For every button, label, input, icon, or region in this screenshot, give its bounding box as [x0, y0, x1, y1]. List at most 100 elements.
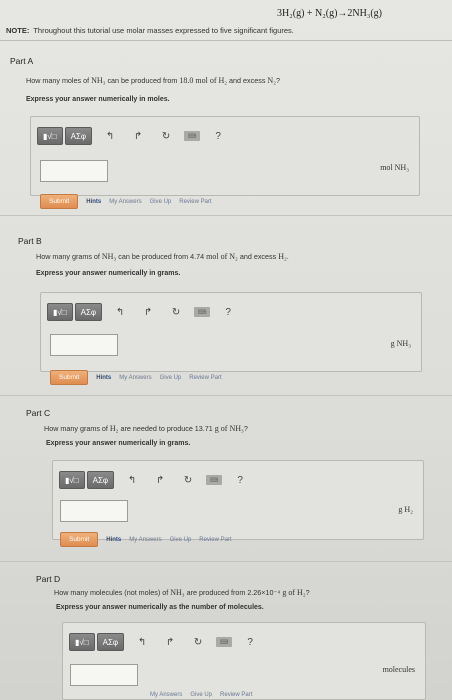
hints-link[interactable]: Hints	[96, 375, 111, 381]
units-label: molecules	[382, 665, 415, 674]
my-answers-link[interactable]: My Answers	[150, 692, 182, 698]
units-label: g NH₃	[390, 339, 411, 348]
sqrt-template-button[interactable]: ▮√□	[37, 127, 63, 145]
question-part: How many grams of	[44, 424, 110, 433]
editor-toolbar: ▮√□ ΑΣφ ↰ ↱ ↻ ⌨ ?	[69, 631, 260, 653]
chem-formula: NH₃	[101, 252, 117, 261]
sqrt-template-button[interactable]: ▮√□	[47, 303, 73, 321]
divider	[0, 40, 452, 41]
units-label: g H₂	[398, 505, 413, 514]
my-answers-link[interactable]: My Answers	[129, 537, 161, 543]
greek-symbols-button[interactable]: ΑΣφ	[86, 471, 115, 489]
give-up-link[interactable]: Give Up	[170, 537, 192, 543]
help-icon[interactable]: ?	[208, 127, 228, 145]
question-text: How many grams of H₂ are needed to produ…	[44, 424, 248, 433]
give-up-link[interactable]: Give Up	[160, 375, 182, 381]
my-answers-link[interactable]: My Answers	[119, 375, 151, 381]
question-text: How many molecules (not moles) of NH₃ ar…	[54, 588, 310, 597]
note-label: NOTE:	[6, 26, 30, 35]
editor-toolbar: ▮√□ ΑΣφ ↰ ↱ ↻ ⌨ ?	[59, 469, 250, 491]
give-up-link[interactable]: Give Up	[190, 692, 212, 698]
question-part: and excess	[237, 252, 279, 261]
review-part-link[interactable]: Review Part	[220, 692, 252, 698]
reset-icon[interactable]: ↻	[188, 633, 208, 651]
part-d: Part D How many molecules (not moles) of…	[0, 566, 452, 700]
chem-formula: g of H₂	[282, 588, 306, 597]
action-bar: Submit Hints My Answers Give Up Review P…	[40, 194, 212, 209]
sqrt-template-button[interactable]: ▮√□	[59, 471, 85, 489]
help-icon[interactable]: ?	[240, 633, 260, 651]
tutorial-page: 3H₂(g) + N₂(g)→2NH₃(g) NOTE: Throughout t…	[0, 0, 452, 700]
keyboard-icon[interactable]: ⌨	[206, 475, 223, 485]
question-part: How many molecules (not moles) of	[54, 588, 171, 597]
note-text: Throughout this tutorial use molar masse…	[33, 26, 294, 35]
action-bar: My Answers Give Up Review Part	[150, 692, 252, 698]
undo-icon[interactable]: ↰	[100, 127, 120, 145]
answer-input[interactable]	[70, 664, 138, 686]
editor-toolbar: ▮√□ ΑΣφ ↰ ↱ ↻ ⌨ ?	[37, 125, 228, 147]
redo-icon[interactable]: ↱	[150, 471, 170, 489]
help-icon[interactable]: ?	[230, 471, 250, 489]
undo-icon[interactable]: ↰	[132, 633, 152, 651]
submit-button[interactable]: Submit	[40, 194, 79, 209]
question-part: can be produced from 4.74	[116, 252, 207, 261]
question-part: How many grams of	[36, 252, 102, 261]
undo-icon[interactable]: ↰	[110, 303, 130, 321]
reset-icon[interactable]: ↻	[178, 471, 198, 489]
question-part: are produced from 2.26×10⁻⁴	[184, 588, 283, 597]
instruction: Express your answer numerically as the n…	[56, 604, 264, 611]
greek-symbols-button[interactable]: ΑΣφ	[74, 303, 103, 321]
review-part-link[interactable]: Review Part	[199, 537, 231, 543]
part-title: Part A	[10, 56, 34, 66]
part-title: Part B	[18, 236, 42, 246]
give-up-link[interactable]: Give Up	[150, 199, 172, 205]
answer-input[interactable]	[40, 160, 108, 182]
redo-icon[interactable]: ↱	[128, 127, 148, 145]
instruction: Express your answer numerically in grams…	[46, 440, 191, 447]
question-part: ?	[243, 424, 248, 433]
greek-symbols-button[interactable]: ΑΣφ	[96, 633, 125, 651]
keyboard-icon[interactable]: ⌨	[216, 637, 233, 647]
chem-formula: H₂	[278, 252, 287, 261]
redo-icon[interactable]: ↱	[160, 633, 180, 651]
instruction: Express your answer numerically in moles…	[26, 96, 170, 103]
chem-formula: mol of N₂	[206, 252, 238, 261]
question-part: are needed to produce 13.71	[118, 424, 215, 433]
question-part: How many moles of	[26, 76, 92, 85]
hints-link[interactable]: Hints	[86, 199, 101, 205]
answer-input[interactable]	[60, 500, 128, 522]
answer-input[interactable]	[50, 334, 118, 356]
reset-icon[interactable]: ↻	[156, 127, 176, 145]
sqrt-template-button[interactable]: ▮√□	[69, 633, 95, 651]
keyboard-icon[interactable]: ⌨	[194, 307, 211, 317]
chem-formula: N₂	[267, 76, 276, 85]
chem-formula: NH₃	[170, 588, 185, 597]
question-part: ?	[305, 588, 310, 597]
chem-formula: NH₃	[91, 76, 106, 85]
submit-button[interactable]: Submit	[50, 370, 89, 385]
my-answers-link[interactable]: My Answers	[109, 199, 141, 205]
reaction-equation: 3H₂(g) + N₂(g)→2NH₃(g)	[277, 8, 382, 19]
action-bar: Submit Hints My Answers Give Up Review P…	[50, 370, 222, 385]
undo-icon[interactable]: ↰	[122, 471, 142, 489]
reset-icon[interactable]: ↻	[166, 303, 186, 321]
part-c: Part C How many grams of H₂ are needed t…	[0, 398, 452, 562]
instruction: Express your answer numerically in grams…	[36, 270, 181, 277]
question-text: How many grams of NH₃ can be produced fr…	[36, 252, 289, 261]
hints-link[interactable]: Hints	[106, 537, 121, 543]
answer-editor: ▮√□ ΑΣφ ↰ ↱ ↻ ⌨ ? molecules	[62, 622, 426, 700]
greek-symbols-button[interactable]: ΑΣφ	[64, 127, 93, 145]
help-icon[interactable]: ?	[218, 303, 238, 321]
units-label: mol NH₃	[380, 163, 409, 172]
keyboard-icon[interactable]: ⌨	[184, 131, 201, 141]
redo-icon[interactable]: ↱	[138, 303, 158, 321]
chem-formula: 18.0 mol of H₂	[179, 76, 228, 85]
editor-toolbar: ▮√□ ΑΣφ ↰ ↱ ↻ ⌨ ?	[47, 301, 238, 323]
question-part: .	[286, 252, 289, 261]
part-a: Part A How many moles of NH₃ can be prod…	[0, 44, 452, 216]
question-text: How many moles of NH₃ can be produced fr…	[26, 76, 280, 85]
question-part: and excess	[227, 76, 268, 85]
review-part-link[interactable]: Review Part	[189, 375, 221, 381]
submit-button[interactable]: Submit	[60, 532, 99, 547]
review-part-link[interactable]: Review Part	[179, 199, 211, 205]
